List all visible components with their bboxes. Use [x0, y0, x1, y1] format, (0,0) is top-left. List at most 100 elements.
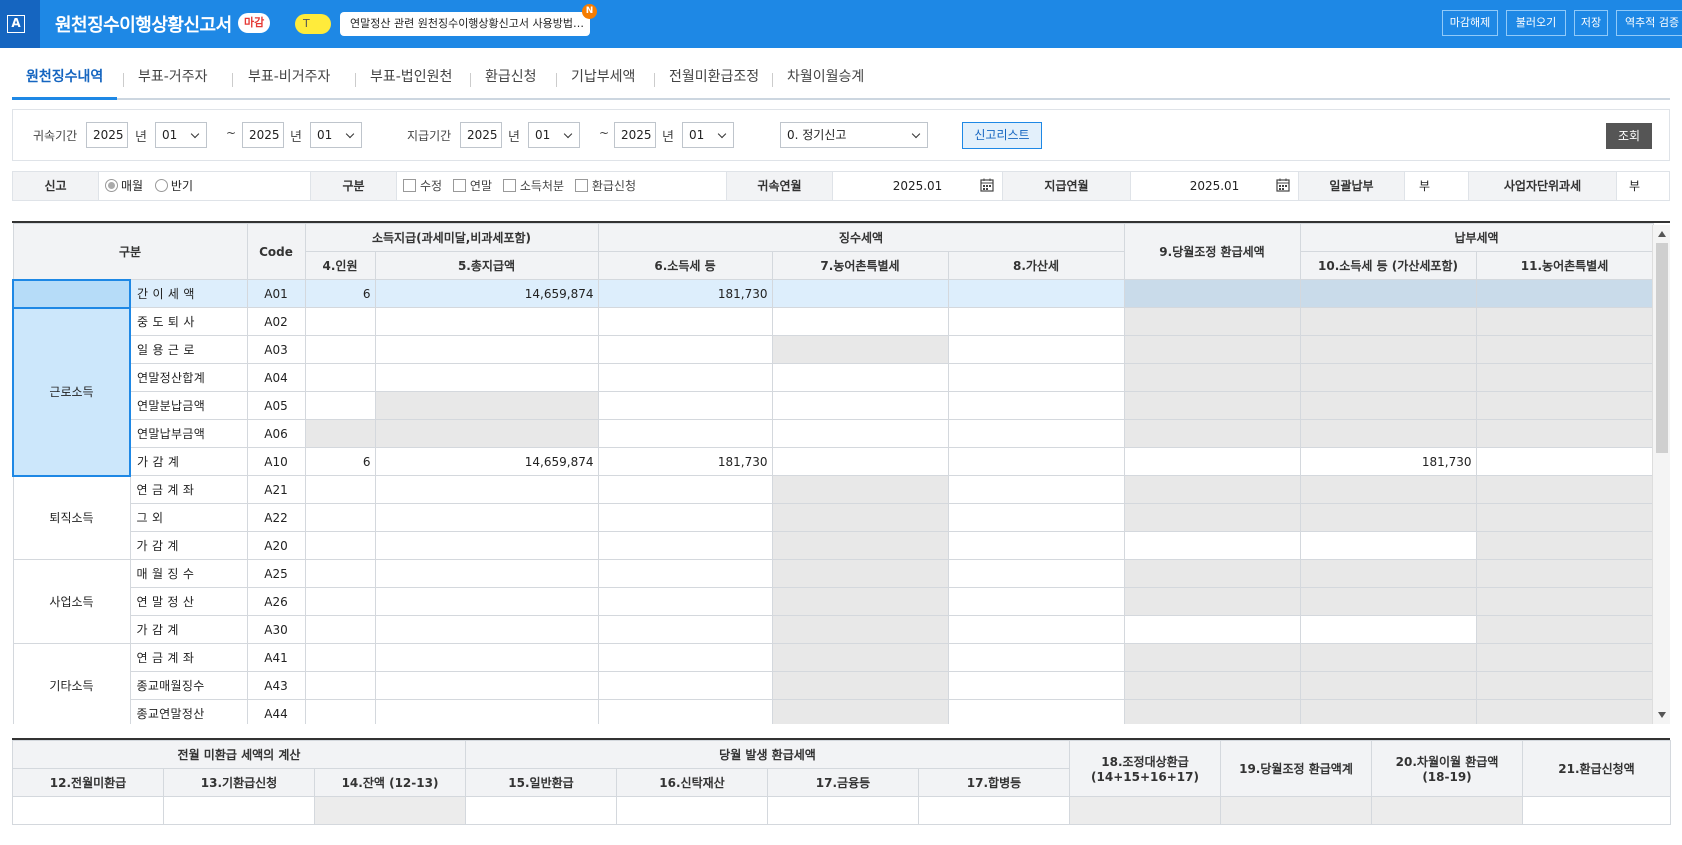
table-row[interactable]: 일 용 근 로 A03	[13, 335, 1654, 364]
tab-nonresident[interactable]: 부표-비거주자	[234, 67, 344, 95]
income-disposal-checkbox[interactable]	[502, 179, 516, 192]
rural-tax-cell[interactable]	[771, 391, 949, 420]
penalty-cell[interactable]	[947, 671, 1125, 700]
table-row[interactable]: 종교매월징수 A43	[13, 671, 1654, 700]
people-cell[interactable]	[304, 587, 376, 616]
income-tax-cell[interactable]	[597, 335, 773, 364]
rural-tax-cell[interactable]	[771, 279, 949, 308]
pay-from-month-select[interactable]: 01	[528, 122, 580, 148]
revise-checkbox[interactable]	[403, 179, 416, 192]
monthly-radio[interactable]	[105, 179, 118, 192]
scroll-down-icon[interactable]	[1658, 712, 1666, 718]
tab-prev-refund[interactable]: 전월미환급조정	[655, 67, 773, 95]
penalty-cell[interactable]	[947, 279, 1125, 308]
table-row[interactable]: 연말분납금액 A05	[13, 391, 1654, 420]
table-row[interactable]: 근로소득 중 도 퇴 사 A02	[12, 307, 1654, 477]
income-tax-cell[interactable]	[597, 699, 773, 724]
rural-tax-cell[interactable]	[771, 307, 949, 336]
attr-from-year[interactable]: 2025	[86, 122, 128, 148]
people-cell[interactable]	[304, 363, 376, 392]
penalty-cell[interactable]	[947, 419, 1125, 448]
table-row[interactable]: 기타소득 연 금 계 좌 A41	[12, 643, 1654, 724]
people-cell[interactable]	[304, 671, 376, 700]
save-button[interactable]: 저장	[1574, 10, 1608, 36]
income-tax-cell[interactable]: 181,730	[597, 279, 773, 308]
table-row[interactable]: 연 말 정 산 A26	[13, 587, 1654, 616]
tab-withholding[interactable]: 원천징수내역	[12, 67, 118, 100]
table-row[interactable]: 가 감 계 A20	[13, 531, 1654, 560]
penalty-cell[interactable]	[947, 503, 1125, 532]
people-cell[interactable]	[304, 503, 376, 532]
total-pay-cell[interactable]	[374, 363, 599, 392]
total-pay-cell[interactable]	[374, 335, 599, 364]
trace-verify-button[interactable]: 역추적 검증	[1616, 10, 1682, 36]
penalty-cell[interactable]	[947, 699, 1125, 724]
penalty-cell[interactable]	[947, 587, 1125, 616]
penalty-cell[interactable]	[947, 335, 1125, 364]
financial-cell[interactable]	[767, 796, 919, 825]
table-row[interactable]: 가 감 계 A10 6 14,659,874 181,730 181,730	[13, 447, 1654, 476]
adjust-cell[interactable]	[1123, 447, 1301, 476]
scroll-thumb[interactable]	[1656, 243, 1668, 453]
calendar-icon[interactable]	[980, 178, 994, 192]
query-button[interactable]: 조회	[1606, 123, 1652, 149]
table-row[interactable]: 가 감 계 A30	[13, 615, 1654, 644]
tab-corporate[interactable]: 부표-법인원천	[356, 67, 466, 95]
report-type-select[interactable]: 0. 정기신고	[780, 122, 928, 148]
calendar-icon[interactable]	[1276, 178, 1290, 192]
total-pay-cell[interactable]	[374, 503, 599, 532]
table-row[interactable]: 그 외 A22	[13, 503, 1654, 532]
pay-to-month-select[interactable]: 01	[682, 122, 734, 148]
unit-tax-value[interactable]: 부	[1617, 172, 1669, 200]
report-list-button[interactable]: 신고리스트	[962, 122, 1042, 149]
prior-request-cell[interactable]	[163, 796, 315, 825]
income-tax-cell[interactable]	[597, 307, 773, 336]
income-tax-cell[interactable]	[597, 671, 773, 700]
tab-prepaid[interactable]: 기납부세액	[557, 67, 649, 95]
tag-pill[interactable]: T	[295, 14, 331, 34]
attr-to-year[interactable]: 2025	[242, 122, 284, 148]
refund-request-cell[interactable]	[1522, 796, 1671, 825]
people-cell[interactable]	[304, 307, 376, 336]
grid-scrollbar[interactable]	[1652, 225, 1670, 724]
total-pay-cell[interactable]	[374, 699, 599, 724]
penalty-cell[interactable]	[947, 363, 1125, 392]
attr-month-field[interactable]: 2025.01	[833, 172, 1003, 200]
notice-banner[interactable]: 연말정산 관련 원천징수이행상황신고서 사용방법…	[340, 12, 590, 36]
people-cell[interactable]	[304, 475, 376, 504]
adjust-cell[interactable]	[1123, 615, 1301, 644]
app-logo[interactable]: A	[0, 0, 40, 48]
table-row[interactable]: 퇴직소득 연 금 계 좌 A21	[12, 475, 1654, 560]
pay-to-year[interactable]: 2025	[614, 122, 656, 148]
table-row[interactable]: 연말납부금액 A06	[13, 419, 1654, 448]
rural-tax-cell[interactable]	[771, 419, 949, 448]
total-pay-cell[interactable]	[374, 587, 599, 616]
income-tax-cell[interactable]	[597, 643, 773, 672]
load-button[interactable]: 불러오기	[1506, 10, 1566, 36]
total-pay-cell[interactable]	[374, 643, 599, 672]
table-row[interactable]: 간 이 세 액 A01 6 14,659,874 181,730	[12, 278, 1654, 309]
income-tax-cell[interactable]	[597, 419, 773, 448]
income-tax-cell[interactable]	[597, 363, 773, 392]
tab-carryover[interactable]: 차월이월승계	[773, 67, 878, 95]
total-pay-cell[interactable]	[374, 559, 599, 588]
income-tax-cell[interactable]	[597, 559, 773, 588]
people-cell[interactable]	[304, 391, 376, 420]
penalty-cell[interactable]	[947, 559, 1125, 588]
total-pay-cell[interactable]: 14,659,874	[374, 279, 599, 308]
lump-payment-value[interactable]: 부	[1405, 172, 1469, 200]
pay-from-year[interactable]: 2025	[460, 122, 502, 148]
total-pay-cell[interactable]	[374, 475, 599, 504]
unlock-close-button[interactable]: 마감해제	[1442, 10, 1498, 36]
income-tax-cell[interactable]	[597, 587, 773, 616]
table-row[interactable]: 사업소득 매 월 징 수 A25	[12, 559, 1654, 644]
prev-unrefunded-cell[interactable]	[12, 796, 164, 825]
people-cell[interactable]: 6	[304, 279, 376, 308]
table-row[interactable]	[12, 796, 1671, 825]
attr-from-month-select[interactable]: 01	[155, 122, 207, 148]
income-tax-cell[interactable]	[597, 391, 773, 420]
tab-refund[interactable]: 환급신청	[471, 67, 551, 95]
pay-month-field[interactable]: 2025.01	[1131, 172, 1299, 200]
half-radio[interactable]	[154, 179, 168, 192]
adjust-cell[interactable]	[1123, 531, 1301, 560]
